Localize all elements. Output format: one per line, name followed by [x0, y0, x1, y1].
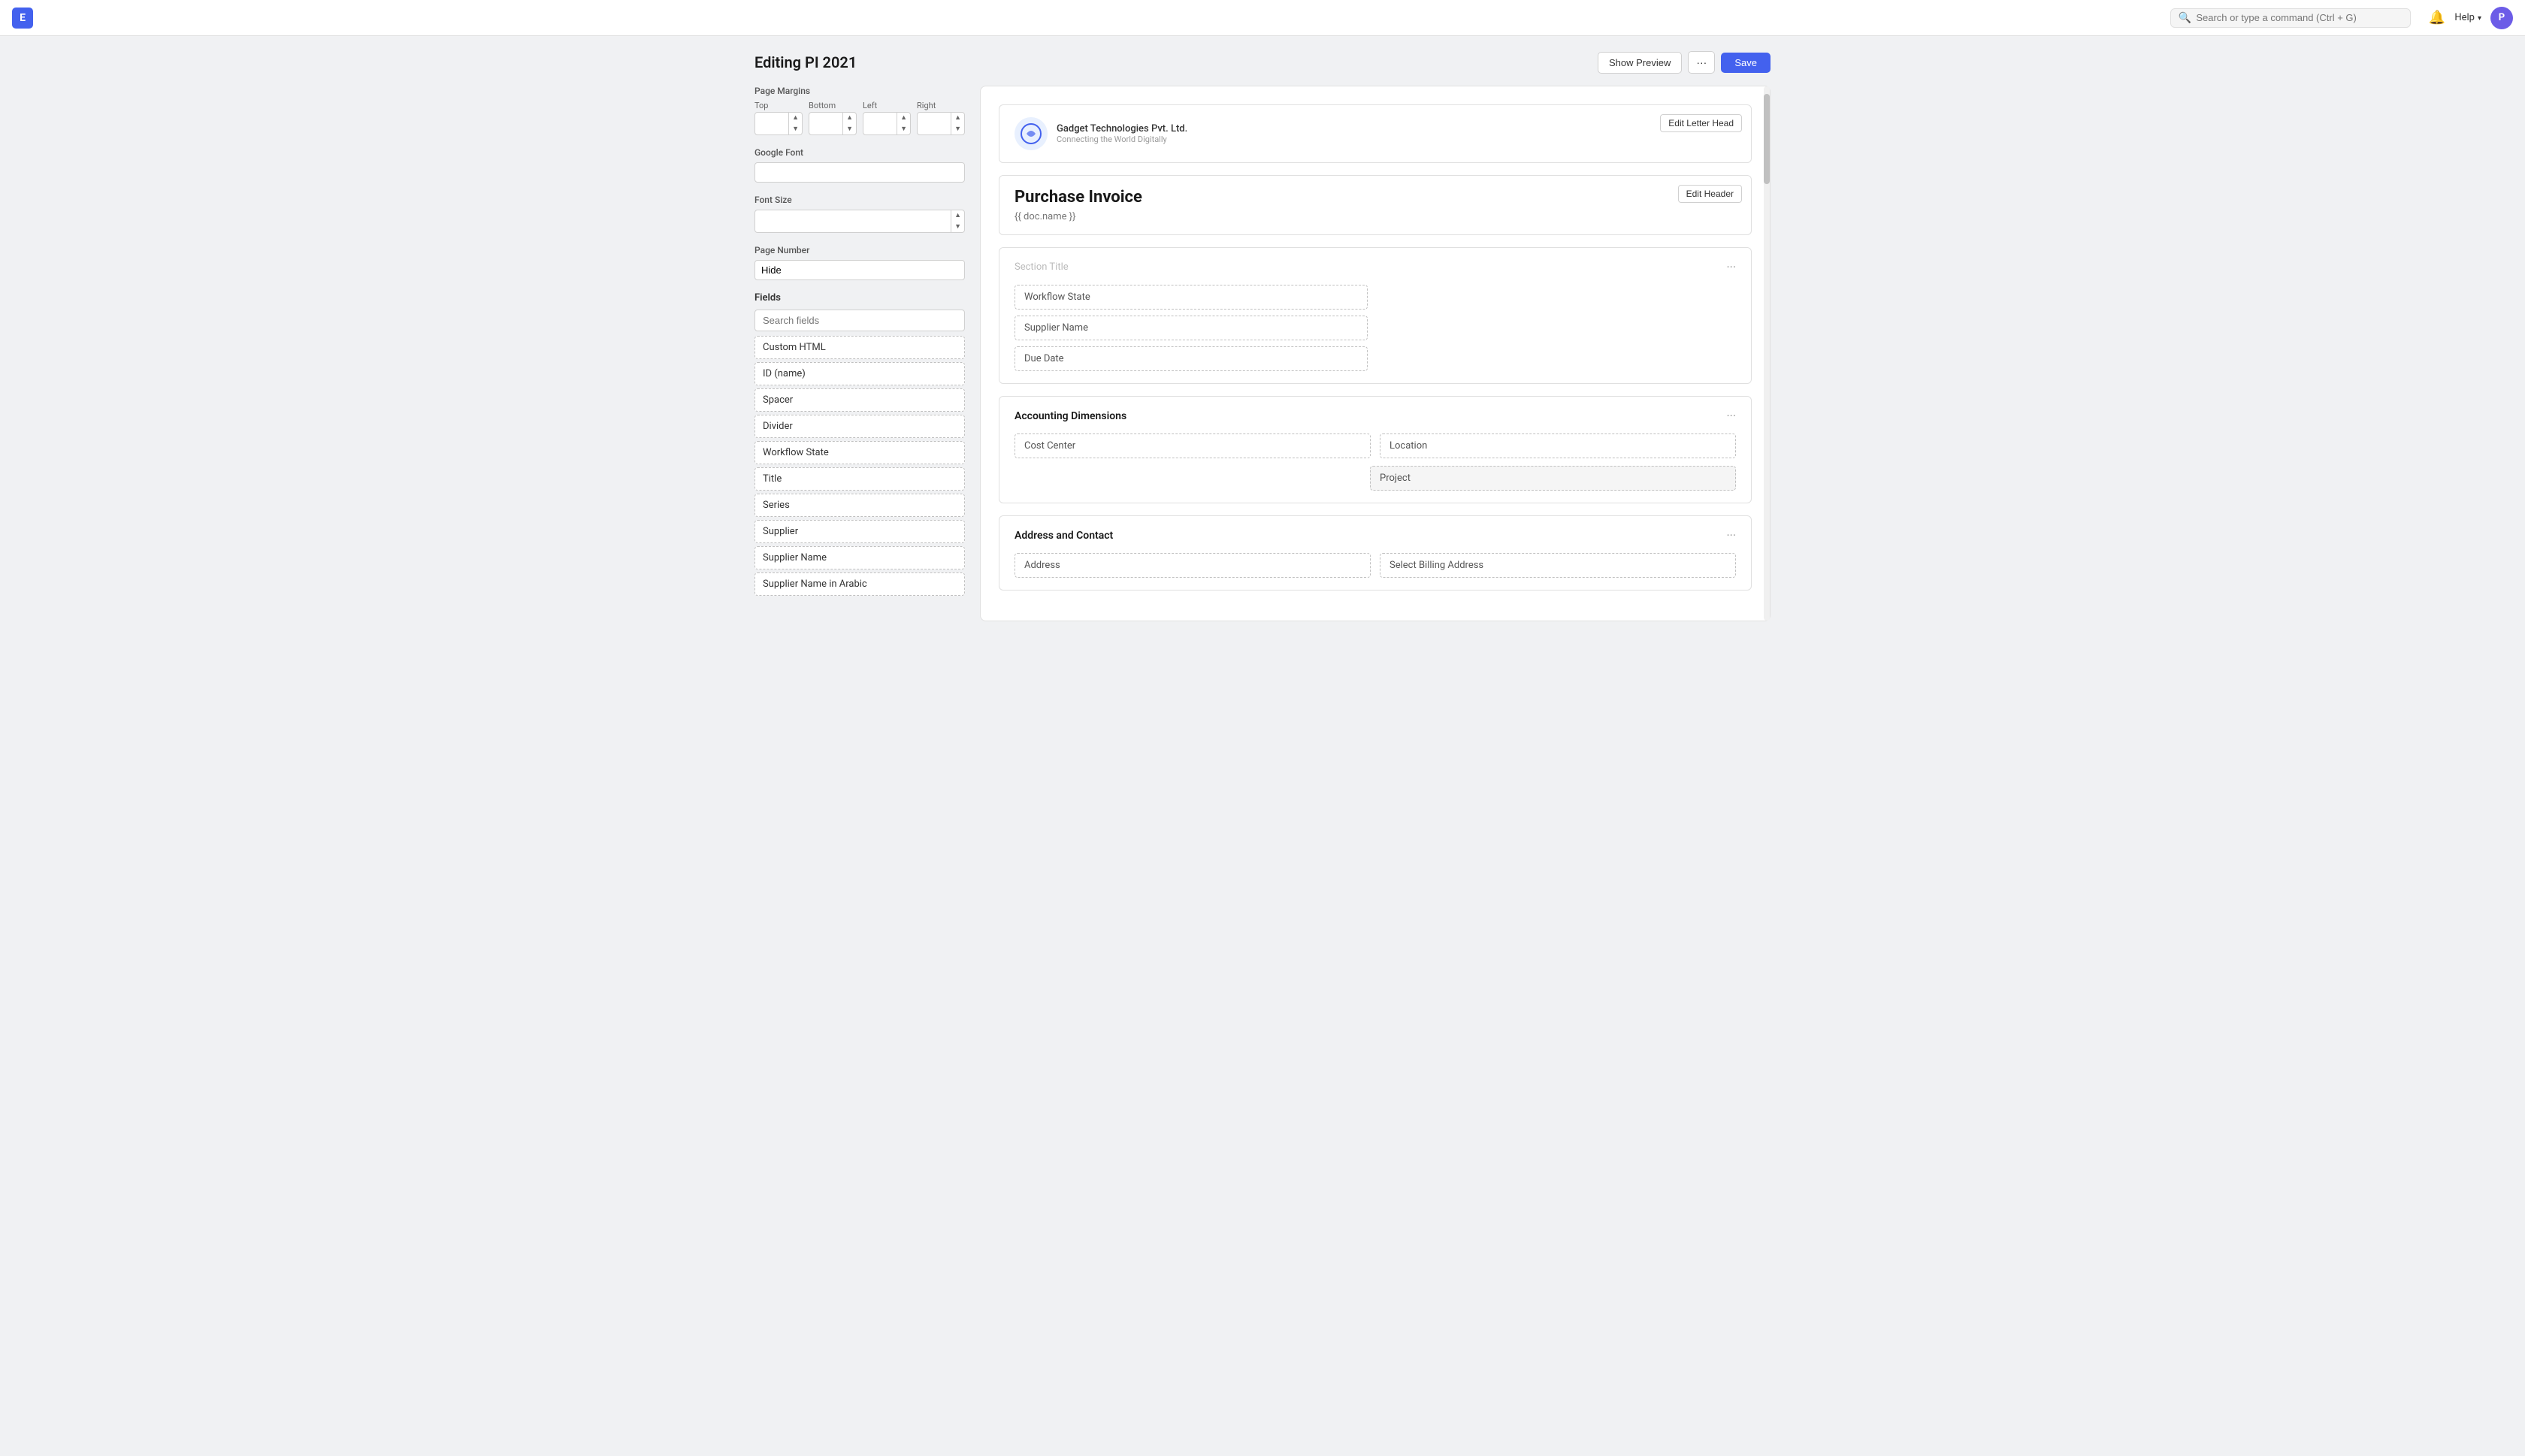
search-fields-input[interactable] [754, 310, 965, 331]
field-item-series[interactable]: Series [754, 494, 965, 517]
scrollbar-track[interactable] [1764, 86, 1770, 621]
topnav-right: 🔔 Help P [2429, 7, 2513, 29]
company-info: Gadget Technologies Pvt. Ltd. Connecting… [1057, 123, 1187, 144]
more-options-button[interactable]: ··· [1688, 51, 1715, 74]
font-size-down-icon[interactable]: ▼ [951, 222, 964, 233]
google-font-label: Google Font [754, 147, 965, 158]
help-menu[interactable]: Help [2454, 12, 2481, 23]
field-item-title[interactable]: Title [754, 467, 965, 491]
field-due-date[interactable]: Due Date [1015, 346, 1368, 371]
field-item-custom-html[interactable]: Custom HTML [754, 336, 965, 359]
font-size-up-icon[interactable]: ▲ [951, 210, 964, 222]
margin-top-down-icon[interactable]: ▼ [789, 124, 802, 135]
preview-header-box: Edit Header Purchase Invoice {{ doc.name… [999, 175, 1752, 235]
page-container: Editing PI 2021 Show Preview ··· Save Pa… [736, 36, 1789, 636]
margin-left-down-icon[interactable]: ▼ [897, 124, 910, 135]
margin-top: Top 15 ▲ ▼ [754, 101, 803, 135]
page-number-select[interactable]: Hide Show [754, 260, 965, 280]
header-actions: Show Preview ··· Save [1598, 51, 1771, 74]
section-1-more-icon[interactable]: ··· [1726, 260, 1736, 274]
preview-panel: Edit Letter Head Gadget Technologies Pvt… [980, 86, 1771, 621]
section-1-title: Section Title [1015, 261, 1069, 273]
margin-right-input[interactable]: 15 [918, 115, 951, 132]
address-contact-more-icon[interactable]: ··· [1726, 528, 1736, 542]
font-size-section: Font Size 14 ▲ ▼ [754, 195, 965, 233]
field-workflow-state[interactable]: Workflow State [1015, 285, 1368, 310]
field-supplier-name[interactable]: Supplier Name [1015, 316, 1368, 340]
company-sub: Connecting the World Digitally [1057, 134, 1187, 144]
avatar[interactable]: P [2490, 7, 2513, 29]
help-chevron-icon [2478, 12, 2481, 23]
field-item-supplier[interactable]: Supplier [754, 520, 965, 543]
edit-header-button[interactable]: Edit Header [1678, 185, 1742, 203]
margin-bottom-up-icon[interactable]: ▲ [843, 113, 856, 124]
margin-left: Left 15 ▲ ▼ [863, 101, 911, 135]
fields-label: Fields [754, 292, 965, 304]
font-size-label: Font Size [754, 195, 965, 205]
margin-bottom: Bottom 15 ▲ ▼ [809, 101, 857, 135]
field-item-id-name[interactable]: ID (name) [754, 362, 965, 385]
field-item-spacer[interactable]: Spacer [754, 388, 965, 412]
search-bar[interactable]: 🔍 [2170, 8, 2411, 28]
field-item-supplier-name-arabic[interactable]: Supplier Name in Arabic [754, 572, 965, 596]
margin-left-label: Left [863, 101, 911, 110]
margin-left-input[interactable]: 15 [863, 115, 897, 132]
field-address[interactable]: Address [1015, 553, 1371, 578]
margin-left-up-icon[interactable]: ▲ [897, 113, 910, 124]
main-layout: Page Margins Top 15 ▲ ▼ Bottom [754, 86, 1771, 621]
page-number-label: Page Number [754, 245, 965, 255]
edit-letter-head-button[interactable]: Edit Letter Head [1660, 114, 1742, 132]
page-margins-section: Page Margins Top 15 ▲ ▼ Bottom [754, 86, 965, 135]
margin-right-up-icon[interactable]: ▲ [951, 113, 964, 124]
field-cost-center[interactable]: Cost Center [1015, 433, 1371, 458]
field-select-billing-address[interactable]: Select Billing Address [1380, 553, 1736, 578]
company-logo [1015, 117, 1048, 150]
address-contact-card: Address and Contact ··· Address Select B… [999, 515, 1752, 591]
section-1-card: Section Title ··· Workflow State Supplie… [999, 247, 1752, 384]
sidebar: Page Margins Top 15 ▲ ▼ Bottom [754, 86, 965, 611]
margin-top-input[interactable]: 15 [755, 115, 788, 132]
field-item-divider[interactable]: Divider [754, 415, 965, 438]
accounting-dims-title: Accounting Dimensions [1015, 410, 1126, 422]
save-button[interactable]: Save [1721, 53, 1771, 73]
field-list: Custom HTML ID (name) Spacer Divider Wor… [754, 336, 965, 599]
google-font-section: Google Font [754, 147, 965, 183]
margin-top-label: Top [754, 101, 803, 110]
page-number-section: Page Number Hide Show [754, 245, 965, 280]
page-margins-label: Page Margins [754, 86, 965, 96]
notification-bell-icon[interactable]: 🔔 [2429, 10, 2445, 26]
letter-head-box: Edit Letter Head Gadget Technologies Pvt… [999, 104, 1752, 163]
font-size-input[interactable]: 14 [755, 213, 951, 230]
doc-title: Purchase Invoice [1015, 188, 1736, 207]
show-preview-button[interactable]: Show Preview [1598, 52, 1682, 74]
accounting-dimensions-card: Accounting Dimensions ··· Cost Center Lo… [999, 396, 1752, 503]
margin-bottom-label: Bottom [809, 101, 857, 110]
margin-bottom-input[interactable]: 15 [809, 115, 842, 132]
search-icon: 🔍 [2179, 12, 2191, 24]
search-input[interactable] [2196, 12, 2403, 23]
margin-right: Right 15 ▲ ▼ [917, 101, 965, 135]
field-item-supplier-name[interactable]: Supplier Name [754, 546, 965, 569]
page-title: Editing PI 2021 [754, 53, 857, 71]
page-header: Editing PI 2021 Show Preview ··· Save [754, 51, 1771, 74]
topnav: E 🔍 🔔 Help P [0, 0, 2525, 36]
margin-grid: Top 15 ▲ ▼ Bottom 15 [754, 101, 965, 135]
field-location[interactable]: Location [1380, 433, 1736, 458]
accounting-dims-more-icon[interactable]: ··· [1726, 409, 1736, 423]
address-contact-title: Address and Contact [1015, 530, 1113, 542]
margin-bottom-down-icon[interactable]: ▼ [843, 124, 856, 135]
fields-section: Fields Custom HTML ID (name) Spacer Divi… [754, 292, 965, 599]
margin-top-up-icon[interactable]: ▲ [789, 113, 802, 124]
field-item-workflow-state[interactable]: Workflow State [754, 441, 965, 464]
scrollbar-thumb[interactable] [1764, 94, 1770, 184]
google-font-input[interactable] [754, 162, 965, 183]
app-logo: E [12, 8, 33, 29]
margin-right-down-icon[interactable]: ▼ [951, 124, 964, 135]
field-project[interactable]: Project [1370, 466, 1736, 491]
margin-right-label: Right [917, 101, 965, 110]
doc-name: {{ doc.name }} [1015, 211, 1736, 222]
company-name: Gadget Technologies Pvt. Ltd. [1057, 123, 1187, 134]
